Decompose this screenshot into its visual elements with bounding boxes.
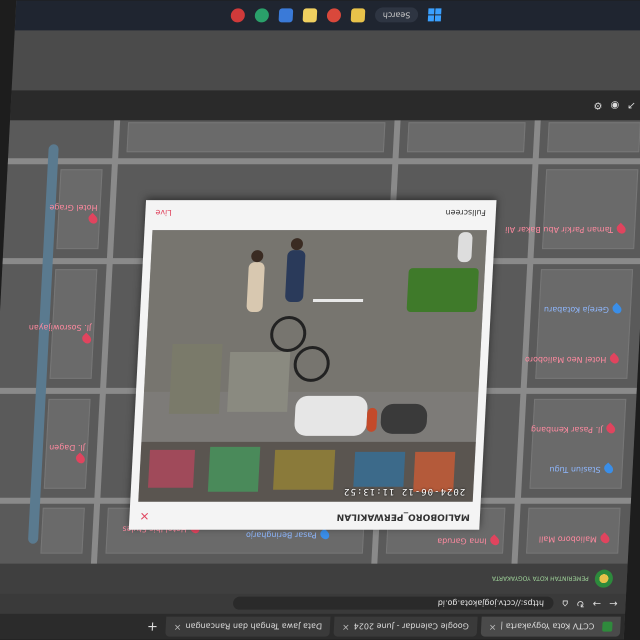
shop-goods (207, 446, 261, 492)
files-icon[interactable] (302, 8, 318, 23)
map-poi-label: Jl. Pasar Kembang (530, 424, 603, 434)
cctv-video-feed[interactable]: 2024-06-12 11:13:52 (138, 230, 487, 502)
map-block (526, 507, 621, 554)
tab-label: Data Jawa Tengah dan Rancangan (185, 622, 323, 632)
vendor-cart (227, 351, 291, 412)
share-icon[interactable]: ↗ (627, 100, 636, 111)
app-icon[interactable] (230, 8, 245, 23)
map-block (542, 169, 639, 250)
modal-header: MALIOBORO_PERWAKILAN × (129, 504, 481, 530)
store-icon[interactable] (278, 8, 294, 23)
refresh-icon[interactable]: ↻ (576, 598, 585, 609)
modal-footer: Fullscreen Live (145, 200, 497, 226)
shop-goods (147, 449, 196, 488)
map-poi-label: Gereja Kotabaru (543, 305, 610, 315)
shop-goods (273, 449, 336, 490)
shop-goods (353, 451, 406, 487)
tab-cctv[interactable]: CCTV Kota Yogyakarta | × (480, 616, 621, 637)
camera-icon[interactable]: ◉ (610, 100, 619, 111)
site-header: PEMERINTAH KOTA YOGYAKARTA (0, 563, 628, 594)
photographed-screen: CCTV Kota Yogyakarta | × Google Calendar… (0, 0, 640, 640)
tab-close-icon[interactable]: × (174, 622, 182, 632)
logo-text: PEMERINTAH KOTA YOGYAKARTA (491, 575, 590, 583)
white-car (293, 395, 369, 436)
camera-title: MALIOBORO_PERWAKILAN (336, 511, 471, 522)
tab-calendar[interactable]: Google Calendar - June 2024 × (333, 616, 478, 637)
map-poi-label: Taman Parkir Abu Bakar Ali (504, 225, 614, 235)
city-logo-icon (594, 569, 614, 588)
map-block (547, 122, 640, 153)
home-icon[interactable]: ⌂ (562, 598, 569, 609)
address-bar: ← → ↻ ⌂ https://cctv.jogjakota.go.id (0, 593, 627, 614)
map-poi-label: Hotel Grage (49, 203, 98, 213)
map-poi-label: Jl. Sosrowijayan (28, 322, 92, 332)
back-icon[interactable]: ← (609, 598, 618, 609)
tab-close-icon[interactable]: × (489, 622, 497, 632)
new-tab-button[interactable]: + (147, 619, 159, 634)
map-poi-label: Malioboro Mall (538, 534, 598, 544)
map-block (40, 507, 85, 554)
pedestrian (284, 250, 306, 303)
taskbar-search[interactable]: Search (374, 7, 419, 23)
map-block (126, 122, 386, 153)
close-icon[interactable]: × (139, 510, 150, 524)
pedestrian (246, 262, 265, 313)
settings-icon[interactable]: ⚙ (593, 100, 603, 111)
map-block (406, 122, 526, 153)
map-toolbar: ↗ ◉ ⚙ (0, 90, 640, 121)
vendor-cart (168, 343, 223, 414)
cctv-favicon-icon (602, 621, 613, 632)
camera-timestamp: 2024-06-12 11:13:52 (342, 485, 466, 496)
map-poi-label: Stasiun Tugu (549, 464, 601, 474)
tab-data[interactable]: Data Jawa Tengah dan Rancangan × (165, 616, 331, 637)
edge-icon[interactable] (254, 8, 270, 23)
dark-car (380, 403, 428, 434)
live-badge: Live (155, 208, 172, 218)
forward-icon[interactable]: → (592, 598, 601, 609)
url-field[interactable]: https://cctv.jogjakota.go.id (233, 597, 555, 611)
lane-marking (312, 299, 364, 303)
tab-label: CCTV Kota Yogyakarta | (500, 622, 595, 632)
pedestrian (457, 232, 473, 263)
tab-close-icon[interactable]: × (342, 622, 350, 632)
windows-start-icon[interactable] (427, 8, 442, 22)
file-explorer-icon[interactable] (350, 8, 366, 23)
cctv-modal: MALIOBORO_PERWAKILAN × 2024-06-12 11:13:… (128, 200, 497, 530)
road (7, 158, 640, 165)
tab-label: Google Calendar - June 2024 (353, 622, 470, 632)
map-poi-label: Jl. Dagen (48, 442, 86, 452)
planter (406, 268, 479, 313)
browser-tabbar: CCTV Kota Yogyakarta | × Google Calendar… (0, 613, 626, 640)
windows-taskbar: Search (14, 0, 640, 31)
chrome-icon[interactable] (326, 8, 342, 23)
map-block (529, 398, 627, 489)
map-poi-label: Pasar Beringharjo (245, 530, 317, 540)
map-poi-label: Hotel Neo Malioboro (524, 354, 607, 364)
fullscreen-button[interactable]: Fullscreen (445, 209, 486, 218)
motorcycle (366, 407, 378, 432)
map-poi-label: Inna Garuda (436, 536, 487, 546)
